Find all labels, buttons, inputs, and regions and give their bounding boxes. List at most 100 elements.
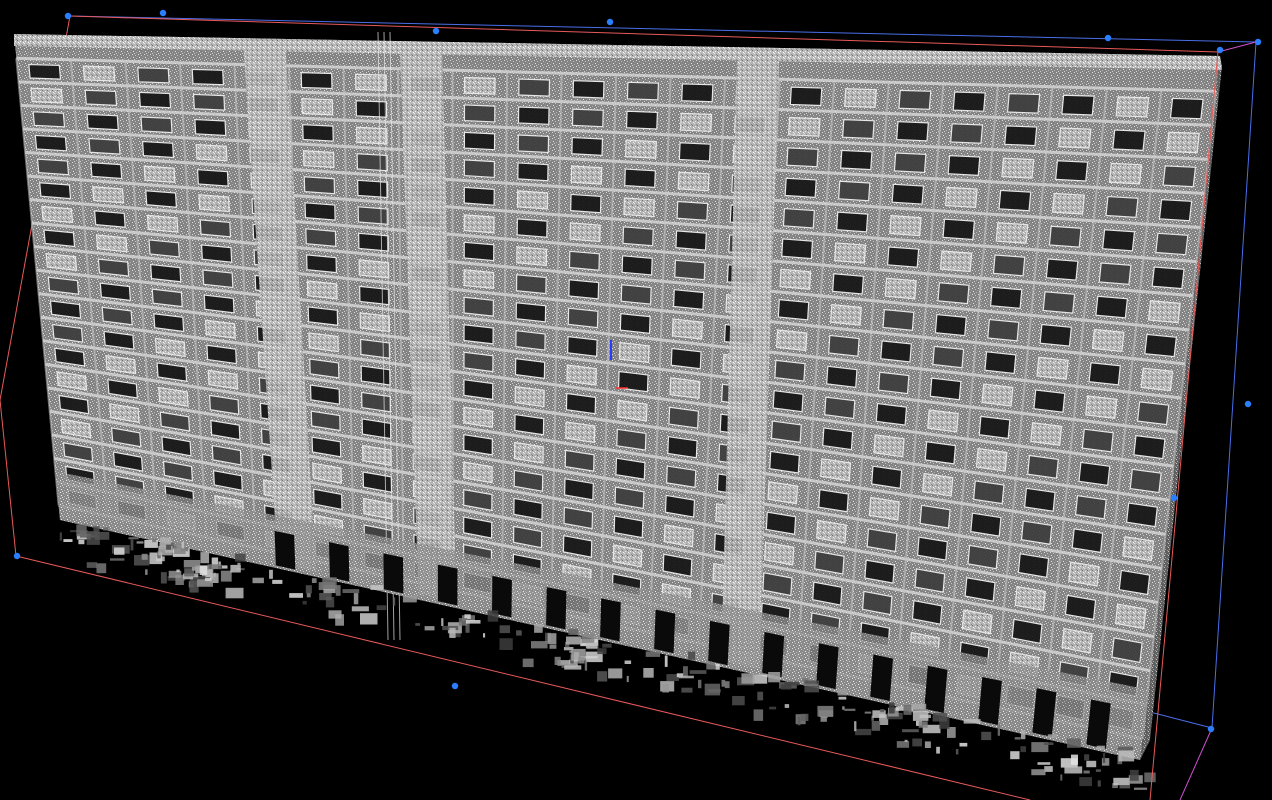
debris-cluster [237,562,241,568]
debris-cluster [681,687,693,693]
debris-cluster [1117,746,1133,751]
window-opening [668,406,700,429]
debris-cluster [252,577,264,584]
window-opening [1042,291,1076,314]
bbox-handle[interactable] [606,18,614,26]
window-opening [360,365,391,386]
window-opening [767,481,799,505]
window-opening [302,124,334,142]
debris-cluster [1047,734,1058,738]
window-opening [992,254,1026,277]
debris-cluster [522,658,534,668]
window-opening [572,80,605,99]
debris-cluster [311,578,317,583]
bbox-handle[interactable] [1254,38,1262,46]
window-opening [568,250,601,271]
window-opening [463,351,494,373]
window-opening [678,142,711,162]
window-opening [514,385,545,408]
window-opening [137,67,170,84]
bbox-handle[interactable] [1170,494,1178,502]
window-opening [774,359,806,382]
window-opening [195,143,228,162]
debris-cluster [458,618,468,626]
window-opening [90,161,123,180]
window-opening [191,68,225,86]
bbox-handle[interactable] [13,552,21,560]
window-opening [1071,528,1104,554]
window-opening [616,428,647,451]
window-opening [877,371,910,395]
window-opening [1033,389,1066,413]
debris-cluster [415,623,421,626]
bbox-handle[interactable] [64,12,72,20]
window-opening [194,118,227,137]
debris-cluster [145,569,148,575]
bbox-handle[interactable] [1244,400,1252,408]
debris-cluster [63,539,73,542]
bbox-handle[interactable] [1216,46,1224,54]
window-opening [517,162,549,182]
debris-cluster [335,585,341,596]
point-cloud-canvas[interactable] [0,0,1272,800]
bbox-handle[interactable] [451,682,459,690]
bbox-handle[interactable] [1104,34,1112,42]
window-opening [1118,569,1151,596]
window-opening [203,294,235,314]
debris-cluster [918,721,928,728]
debris-cluster [1043,742,1054,745]
window-opening [1169,97,1204,120]
debris-cluster [103,527,109,531]
debris-cluster [624,660,632,664]
debris-cluster [305,585,312,594]
debris-cluster [272,579,283,584]
window-opening [984,351,1017,375]
bbox-handle[interactable] [1207,725,1215,733]
window-opening [789,86,823,107]
debris-cluster [683,666,688,677]
debris-cluster [664,655,668,667]
window-opening [306,280,338,300]
debris-cluster [1067,738,1081,748]
window-opening [356,153,388,172]
window-opening [998,189,1032,212]
debris-cluster [1102,752,1106,763]
window-opening [571,108,604,128]
debris-cluster [753,709,764,721]
debris-cluster [1020,746,1026,753]
window-opening [199,219,232,238]
debris-cluster [516,630,522,636]
debris-cluster [959,742,968,747]
debris-cluster [871,721,881,731]
bbox-handle[interactable] [432,27,440,35]
debris-cluster [955,749,959,755]
debris-cluster [1084,754,1090,761]
window-opening [1030,422,1063,446]
window-opening [1115,96,1150,118]
debris-cluster [936,746,940,754]
debris-cluster [449,627,456,638]
window-opening [1074,494,1107,520]
debris-cluster [698,679,702,689]
debris-cluster [181,542,185,549]
window-opening [151,288,183,308]
point-cloud-viewport[interactable] [0,0,1272,800]
window-opening [192,93,226,111]
window-opening [975,447,1008,472]
window-opening [202,269,234,289]
debris-cluster [136,541,144,544]
debris-cluster [319,593,332,601]
debris-cluster [704,683,720,696]
window-opening [924,441,957,465]
bbox-handle[interactable] [159,9,167,17]
window-opening [1147,300,1181,324]
debris-cluster [1095,769,1101,772]
window-opening [463,186,495,206]
window-opening [779,268,812,290]
debris-cluster [531,641,548,649]
window-opening [198,194,230,213]
window-opening [463,296,494,317]
debris-cluster [769,706,777,710]
debris-cluster [924,741,931,748]
window-opening [300,71,333,90]
